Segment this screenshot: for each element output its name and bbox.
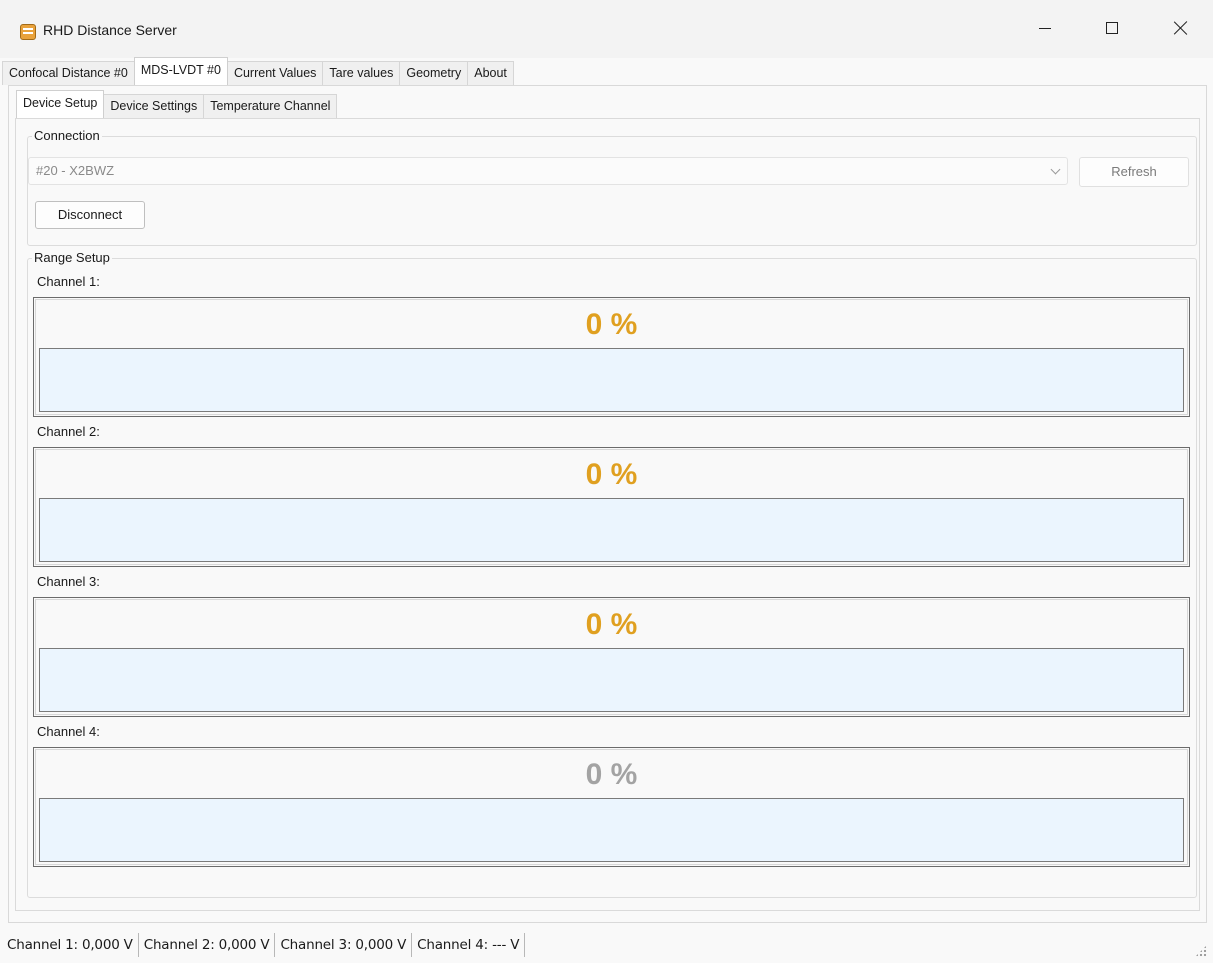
range-setup-legend: Range Setup	[32, 250, 112, 265]
window-title: RHD Distance Server	[43, 22, 177, 38]
status-channel-3: Channel 3: 0,000 V	[280, 932, 413, 957]
tab-about[interactable]: About	[467, 61, 514, 85]
app-icon	[20, 24, 36, 40]
app-window: RHD Distance Server Confocal Distance #0…	[0, 0, 1213, 963]
tab-mds-lvdt[interactable]: MDS-LVDT #0	[133, 57, 228, 85]
device-select[interactable]: #20 - X2BWZ	[28, 157, 1068, 185]
channel-1-percent: 0 %	[585, 308, 638, 341]
tab-device-setup[interactable]: Device Setup	[16, 90, 105, 118]
close-icon	[1174, 21, 1188, 35]
channel-4-progress-bar	[39, 798, 1184, 862]
refresh-button[interactable]: Refresh	[1079, 157, 1189, 187]
maximize-button[interactable]	[1089, 8, 1135, 48]
connection-group: Connection	[27, 128, 1197, 246]
status-bar: Channel 1: 0,000 V Channel 2: 0,000 V Ch…	[0, 926, 1213, 963]
channel-4-label: Channel 4:	[37, 724, 100, 739]
maximize-icon	[1106, 22, 1118, 34]
minimize-button[interactable]	[1022, 8, 1068, 48]
channel-3-range-box: 0 %	[33, 597, 1190, 717]
tab-temperature-channel[interactable]: Temperature Channel	[203, 94, 338, 118]
channel-2-percent: 0 %	[585, 458, 638, 491]
chevron-down-icon	[1050, 164, 1061, 175]
status-channel-2: Channel 2: 0,000 V	[144, 932, 276, 957]
close-button[interactable]	[1158, 8, 1204, 48]
channel-2-progress-bar	[39, 498, 1184, 562]
status-channel-4: Channel 4: --- V	[417, 932, 526, 957]
tab-tare-values[interactable]: Tare values	[322, 61, 401, 85]
channel-3-percent: 0 %	[585, 608, 638, 641]
tab-geometry[interactable]: Geometry	[399, 61, 469, 85]
disconnect-button[interactable]: Disconnect	[35, 201, 145, 229]
resize-grip-icon[interactable]	[1195, 945, 1207, 957]
channel-4-percent: 0 %	[585, 758, 638, 791]
inner-tab-strip: Device Setup Device Settings Temperature…	[16, 90, 338, 118]
channel-3-progress-bar	[39, 648, 1184, 712]
tab-current-values[interactable]: Current Values	[226, 61, 324, 85]
channel-2-label: Channel 2:	[37, 424, 100, 439]
channel-1-label: Channel 1:	[37, 274, 100, 289]
channel-4-range-box: 0 %	[33, 747, 1190, 867]
connection-legend: Connection	[32, 128, 102, 143]
channel-1-range-box: 0 %	[33, 297, 1190, 417]
channel-2-range-box: 0 %	[33, 447, 1190, 567]
minimize-icon	[1039, 27, 1051, 29]
status-channel-1: Channel 1: 0,000 V	[7, 932, 139, 957]
device-select-value: #20 - X2BWZ	[36, 163, 115, 178]
channel-1-progress-bar	[39, 348, 1184, 412]
tab-confocal-distance[interactable]: Confocal Distance #0	[2, 61, 135, 85]
outer-tab-strip: Confocal Distance #0 MDS-LVDT #0 Current…	[2, 57, 514, 85]
channel-3-label: Channel 3:	[37, 574, 100, 589]
title-bar[interactable]: RHD Distance Server	[0, 0, 1213, 58]
tab-device-settings[interactable]: Device Settings	[103, 94, 205, 118]
